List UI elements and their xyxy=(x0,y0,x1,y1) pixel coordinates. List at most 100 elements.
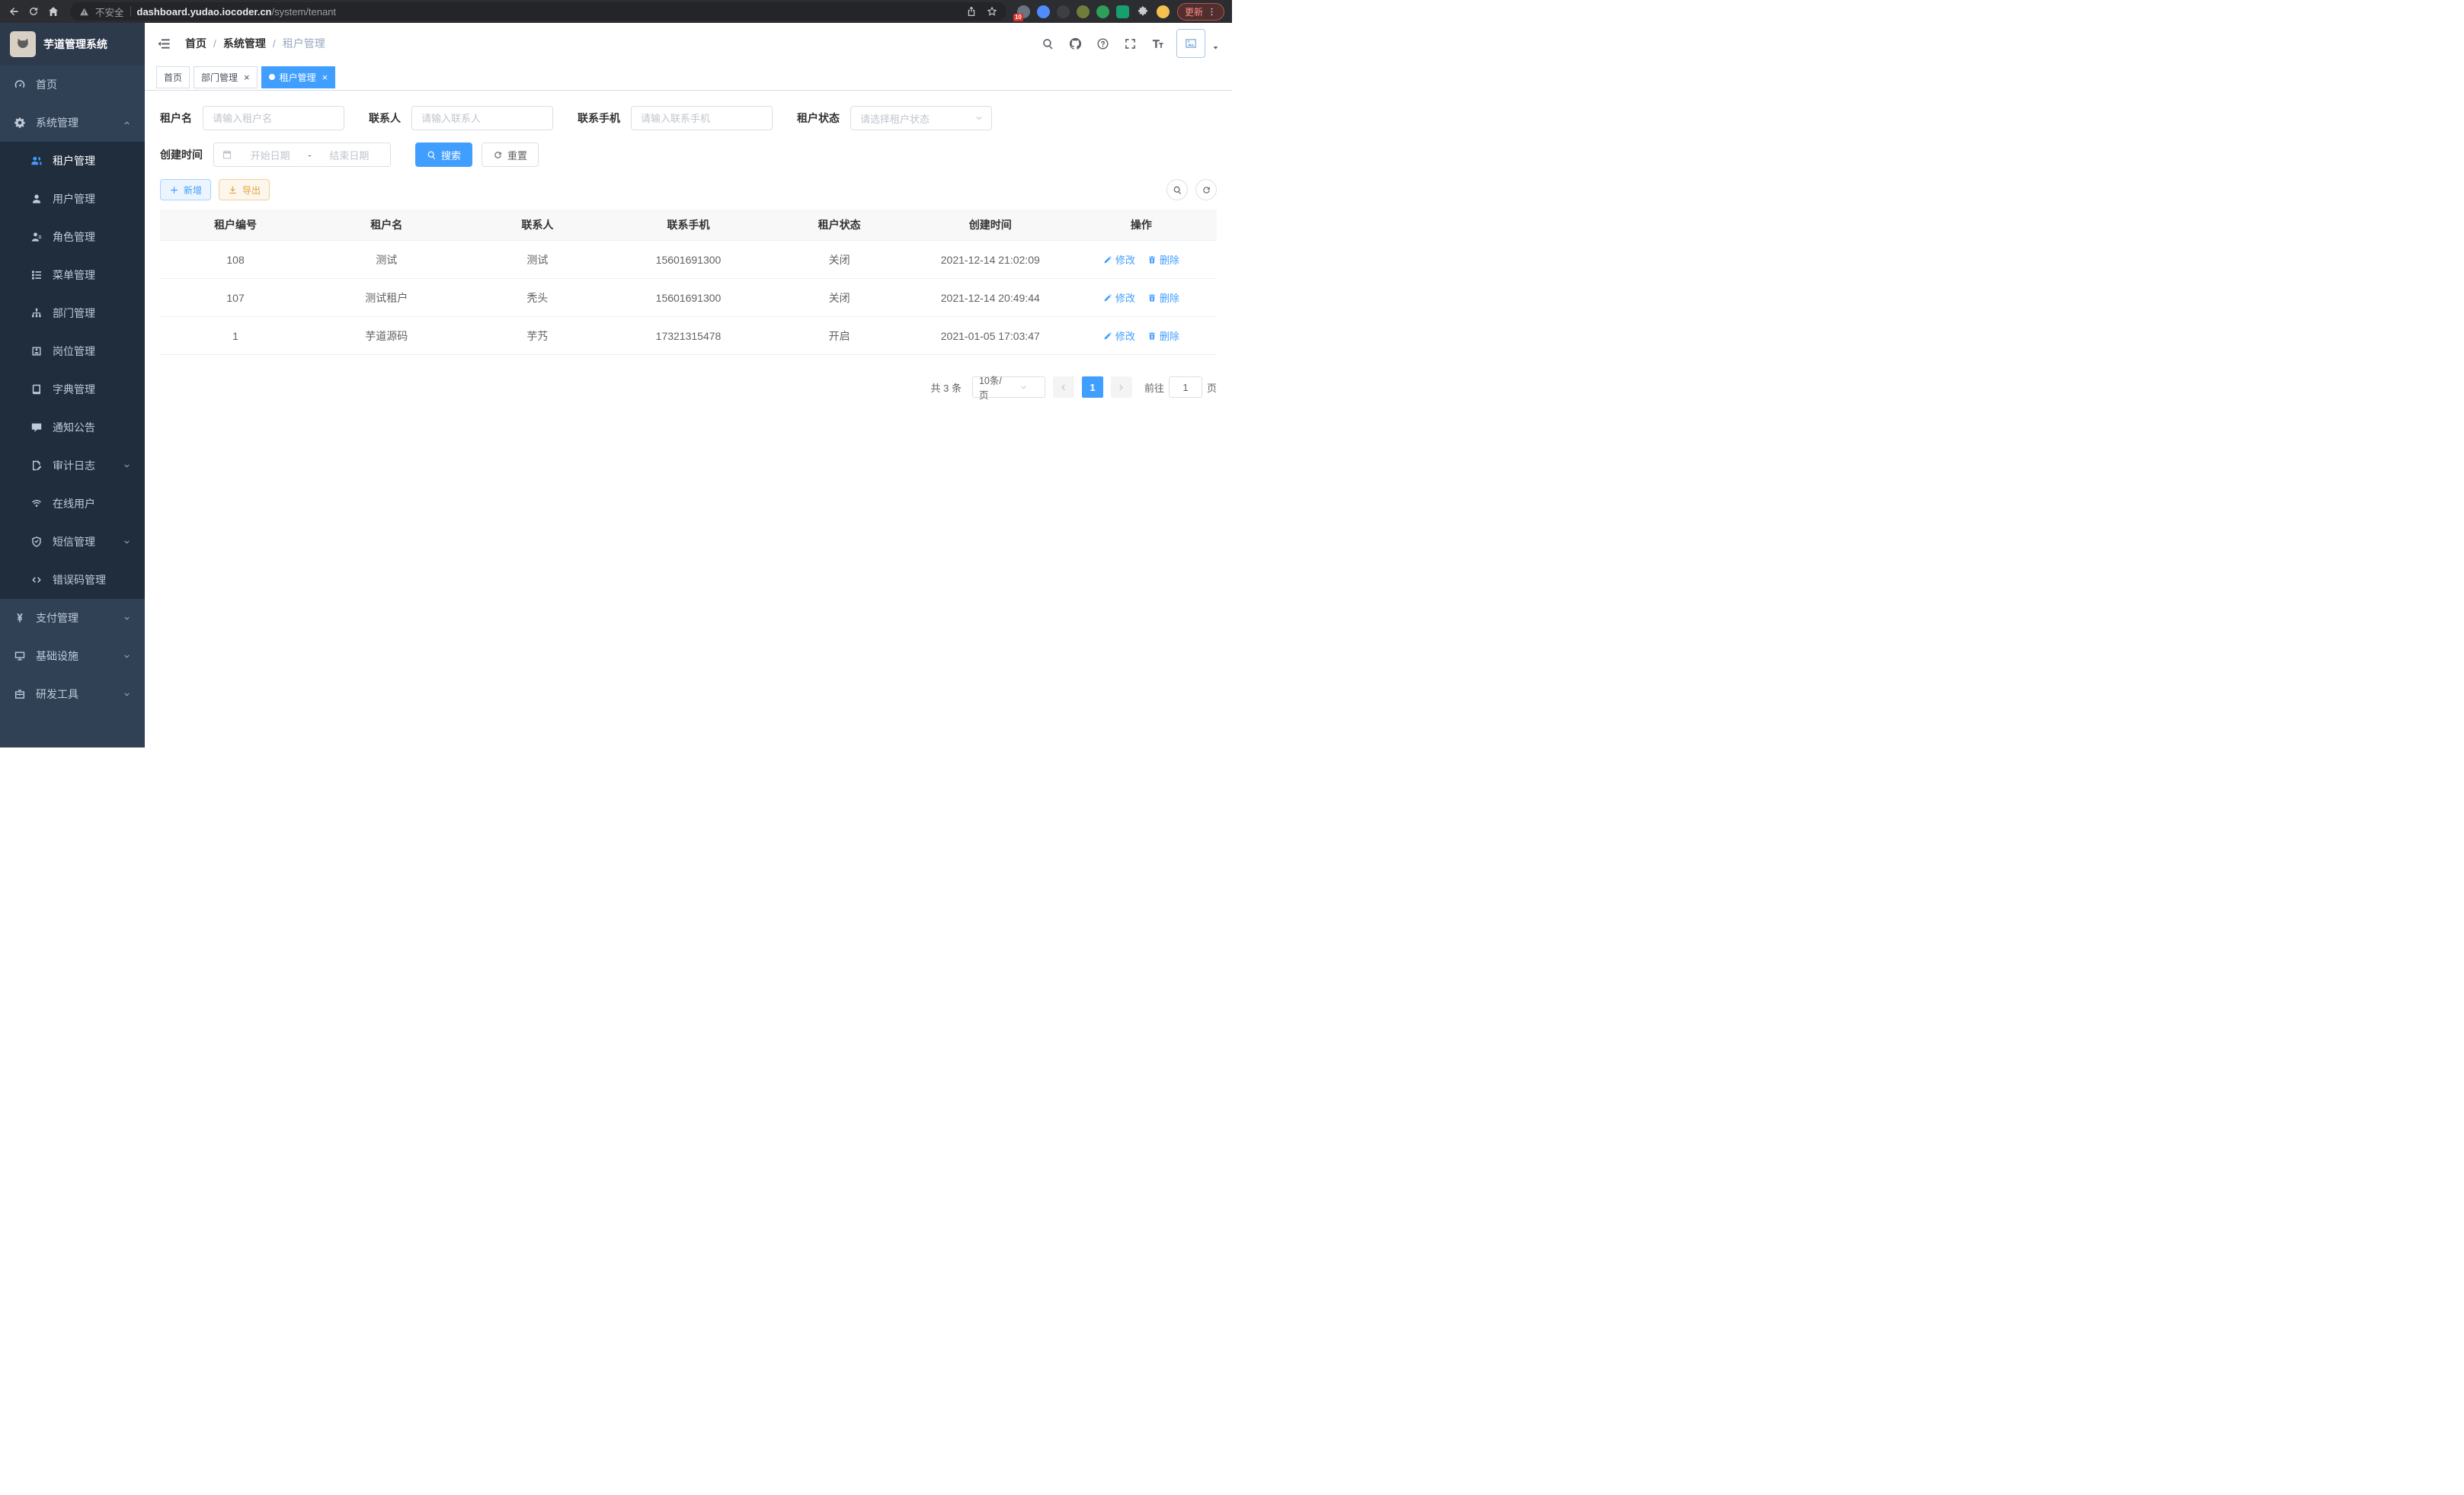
add-button[interactable]: 新增 xyxy=(160,179,211,200)
sidebar-item-14[interactable]: 错误码管理 xyxy=(0,561,145,599)
security-label[interactable]: 不安全 xyxy=(95,5,124,19)
start-date-placeholder: 开始日期 xyxy=(237,148,303,162)
sidebar-item-5[interactable]: 角色管理 xyxy=(0,218,145,256)
sidebar-item-16[interactable]: 基础设施 xyxy=(0,637,145,675)
update-button[interactable]: 更新 xyxy=(1177,3,1224,21)
sidebar-item-7[interactable]: 部门管理 xyxy=(0,294,145,332)
tab-label: 部门管理 xyxy=(201,71,238,84)
browser-home-icon[interactable] xyxy=(47,5,59,18)
avatar-caret-icon[interactable] xyxy=(1211,43,1220,52)
column-header: 创建时间 xyxy=(915,210,1066,241)
user-avatar[interactable] xyxy=(1176,29,1205,58)
sidebar-item-1[interactable]: 首页 xyxy=(0,66,145,104)
sidebar-item-9[interactable]: 字典管理 xyxy=(0,370,145,408)
edit-button[interactable]: 修改 xyxy=(1103,290,1135,305)
extension-green-square-icon[interactable] xyxy=(1116,5,1129,18)
browser-back-icon[interactable] xyxy=(8,5,20,18)
next-page-button[interactable] xyxy=(1111,376,1132,398)
hamburger-icon[interactable] xyxy=(157,37,171,51)
breadcrumb-item-1[interactable]: 首页 xyxy=(185,36,206,51)
bookmark-star-icon[interactable] xyxy=(987,6,997,17)
extension-badge: 10 xyxy=(1013,14,1023,21)
refresh-table-button[interactable] xyxy=(1195,179,1217,200)
omnibox-divider xyxy=(130,6,131,17)
extensions-puzzle-icon[interactable] xyxy=(1137,5,1149,18)
edit-icon xyxy=(1103,331,1112,341)
github-icon[interactable] xyxy=(1069,37,1082,50)
reset-button[interactable]: 重置 xyxy=(482,142,539,167)
search-button[interactable]: 搜索 xyxy=(415,142,472,167)
create-time-range[interactable]: 开始日期 - 结束日期 xyxy=(213,142,391,167)
app-logo[interactable]: 芋道管理系统 xyxy=(0,23,145,66)
sidebar-item-2[interactable]: 系统管理 xyxy=(0,104,145,142)
cell-created: 2021-01-05 17:03:47 xyxy=(915,317,1066,355)
notice-icon xyxy=(30,421,43,434)
profile-avatar[interactable] xyxy=(1157,5,1170,18)
menu-icon xyxy=(30,269,43,281)
contact-input[interactable] xyxy=(411,106,553,130)
extension-adblock-icon[interactable]: 10 xyxy=(1017,5,1030,18)
share-icon[interactable] xyxy=(966,6,977,17)
tab-label: 租户管理 xyxy=(280,71,316,84)
extension-green-circle-icon[interactable] xyxy=(1096,5,1109,18)
delete-button[interactable]: 删除 xyxy=(1147,328,1179,343)
column-header: 租户状态 xyxy=(764,210,915,241)
fullscreen-icon[interactable] xyxy=(1124,37,1137,50)
breadcrumb-item-2[interactable]: 系统管理 xyxy=(223,36,266,51)
edit-button[interactable]: 修改 xyxy=(1103,252,1135,267)
delete-button[interactable]: 删除 xyxy=(1147,290,1179,305)
help-icon[interactable] xyxy=(1096,37,1109,50)
cell-phone: 17321315478 xyxy=(613,317,763,355)
page-size-select[interactable]: 10条/页 xyxy=(972,376,1045,398)
sidebar-item-11[interactable]: 审计日志 xyxy=(0,447,145,485)
update-label: 更新 xyxy=(1185,5,1203,18)
sidebar-item-15[interactable]: 支付管理 xyxy=(0,599,145,637)
search-icon[interactable] xyxy=(1042,37,1054,50)
extension-olive-icon[interactable] xyxy=(1077,5,1090,18)
tenant-status-select[interactable]: 请选择租户状态 xyxy=(850,106,992,130)
broken-image-icon xyxy=(1184,37,1198,50)
chevron-down-icon xyxy=(123,652,131,661)
delete-icon xyxy=(1147,293,1157,303)
sidebar-item-4[interactable]: 用户管理 xyxy=(0,180,145,218)
sidebar-item-3[interactable]: 租户管理 xyxy=(0,142,145,180)
sidebar-item-6[interactable]: 菜单管理 xyxy=(0,256,145,294)
cell-id: 1 xyxy=(160,317,311,355)
tab-close-icon[interactable]: × xyxy=(244,72,250,83)
toggle-search-button[interactable] xyxy=(1166,179,1188,200)
sidebar-item-17[interactable]: 研发工具 xyxy=(0,675,145,713)
sidebar-item-12[interactable]: 在线用户 xyxy=(0,485,145,523)
sidebar-item-8[interactable]: 岗位管理 xyxy=(0,332,145,370)
phone-label: 联系手机 xyxy=(578,110,620,126)
tab-close-icon[interactable]: × xyxy=(322,72,328,83)
extension-dark-globe-icon[interactable] xyxy=(1057,5,1070,18)
delete-icon xyxy=(1147,331,1157,341)
tenant-name-input[interactable] xyxy=(203,106,344,130)
sidebar-item-13[interactable]: 短信管理 xyxy=(0,523,145,561)
delete-button[interactable]: 删除 xyxy=(1147,252,1179,267)
table-row: 107测试租户秃头15601691300关闭2021-12-14 20:49:4… xyxy=(160,279,1217,317)
address-bar[interactable]: 不安全 dashboard.yudao.iocoder.cn/system/te… xyxy=(70,2,1006,21)
post-icon xyxy=(30,345,43,357)
cell-name: 芋道源码 xyxy=(311,317,462,355)
edit-button[interactable]: 修改 xyxy=(1103,328,1135,343)
tab-2[interactable]: 部门管理 × xyxy=(194,66,258,88)
browser-reload-icon[interactable] xyxy=(27,5,40,18)
status-placeholder: 请选择租户状态 xyxy=(860,111,974,126)
goto-page-input[interactable] xyxy=(1169,376,1202,398)
sidebar-item-10[interactable]: 通知公告 xyxy=(0,408,145,447)
sidebar-item-label: 审计日志 xyxy=(53,458,95,473)
tab-1[interactable]: 首页 xyxy=(156,66,190,88)
sidebar-item-label: 研发工具 xyxy=(36,687,78,702)
page-button-1[interactable]: 1 xyxy=(1082,376,1103,398)
breadcrumb: 首页/系统管理/租户管理 xyxy=(185,36,325,51)
extension-blue-icon[interactable] xyxy=(1037,5,1050,18)
phone-input[interactable] xyxy=(631,106,773,130)
fontsize-icon[interactable] xyxy=(1151,37,1164,50)
tab-3[interactable]: 租户管理 × xyxy=(261,66,336,88)
chevron-down-icon xyxy=(1009,383,1038,392)
browser-menu-icon[interactable] xyxy=(1207,7,1217,17)
status-label: 租户状态 xyxy=(797,110,840,126)
prev-page-button[interactable] xyxy=(1053,376,1074,398)
export-button[interactable]: 导出 xyxy=(219,179,270,200)
